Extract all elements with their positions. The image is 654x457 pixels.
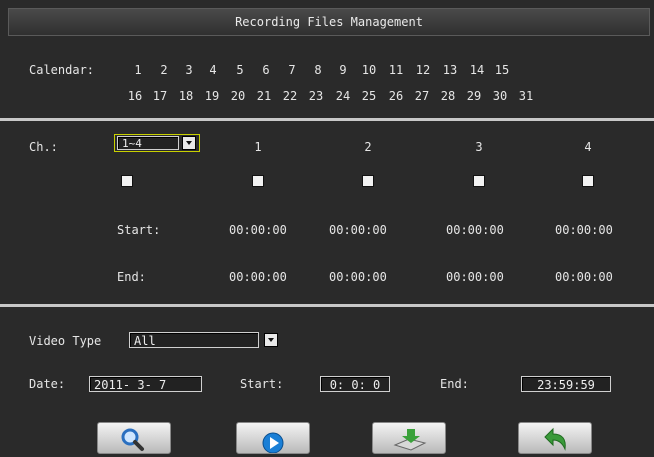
channel-checkbox[interactable] xyxy=(252,175,264,187)
back-button[interactable] xyxy=(518,422,592,454)
calendar-day[interactable]: 3 xyxy=(178,63,200,77)
chevron-down-icon[interactable] xyxy=(264,333,278,347)
calendar-day[interactable]: 15 xyxy=(491,63,513,77)
calendar-day[interactable]: 1 xyxy=(127,63,149,77)
channel-checkbox[interactable] xyxy=(582,175,594,187)
channel-start-time: 00:00:00 xyxy=(446,223,504,237)
date-field[interactable]: 2011- 3- 7 xyxy=(89,376,202,392)
channel-column-header: 3 xyxy=(475,140,483,154)
calendar-day[interactable]: 16 xyxy=(124,89,146,103)
checkbox-all-channels[interactable] xyxy=(121,175,133,187)
channel-selector-dropdown[interactable]: 1~4 xyxy=(114,134,200,152)
calendar-day[interactable]: 2 xyxy=(153,63,175,77)
channel-column-header: 4 xyxy=(584,140,592,154)
magnifier-icon xyxy=(121,428,144,451)
window-title: Recording Files Management xyxy=(8,8,650,36)
channel-end-time: 00:00:00 xyxy=(229,270,287,284)
channel-checkbox[interactable] xyxy=(362,175,374,187)
calendar-day[interactable]: 31 xyxy=(515,89,537,103)
video-type-select[interactable]: All xyxy=(129,332,259,348)
calendar-day[interactable]: 8 xyxy=(307,63,329,77)
calendar-day[interactable]: 10 xyxy=(358,63,380,77)
play-icon xyxy=(262,432,284,454)
search-button[interactable] xyxy=(97,422,171,454)
divider xyxy=(0,304,654,307)
calendar-day[interactable]: 24 xyxy=(332,89,354,103)
channel-end-time: 00:00:00 xyxy=(446,270,504,284)
calendar-day[interactable]: 7 xyxy=(281,63,303,77)
calendar-day[interactable]: 12 xyxy=(412,63,434,77)
calendar-day[interactable]: 27 xyxy=(411,89,433,103)
calendar-day[interactable]: 6 xyxy=(255,63,277,77)
calendar-day[interactable]: 29 xyxy=(463,89,485,103)
calendar-day[interactable]: 5 xyxy=(229,63,251,77)
back-arrow-icon xyxy=(544,427,566,451)
channel-checkbox[interactable] xyxy=(473,175,485,187)
channel-start-time: 00:00:00 xyxy=(229,223,287,237)
calendar-day[interactable]: 14 xyxy=(466,63,488,77)
calendar-day[interactable]: 9 xyxy=(332,63,354,77)
calendar-day[interactable]: 23 xyxy=(305,89,327,103)
calendar-day[interactable]: 22 xyxy=(279,89,301,103)
calendar-day[interactable]: 21 xyxy=(253,89,275,103)
play-button[interactable] xyxy=(236,422,310,454)
calendar-day[interactable]: 17 xyxy=(149,89,171,103)
video-type-label: Video Type xyxy=(29,334,102,348)
channel-column-header: 1 xyxy=(254,140,262,154)
channel-label: Ch.: xyxy=(29,140,58,154)
filter-start-label: Start: xyxy=(240,377,284,391)
calendar-label: Calendar: xyxy=(29,63,95,77)
backup-button[interactable] xyxy=(372,422,446,454)
channel-start-time: 00:00:00 xyxy=(329,223,387,237)
end-time-field[interactable]: 23:59:59 xyxy=(521,376,611,392)
channel-end-time: 00:00:00 xyxy=(555,270,613,284)
divider xyxy=(0,118,654,121)
chevron-down-icon[interactable] xyxy=(182,136,196,150)
channel-start-time: 00:00:00 xyxy=(555,223,613,237)
calendar-day[interactable]: 20 xyxy=(227,89,249,103)
start-time-field[interactable]: 0: 0: 0 xyxy=(320,376,390,392)
recording-files-window: Recording Files Management Calendar: Ch.… xyxy=(0,0,654,457)
calendar-day[interactable]: 28 xyxy=(437,89,459,103)
calendar-day[interactable]: 4 xyxy=(202,63,224,77)
start-row-label: Start: xyxy=(117,223,161,237)
date-label: Date: xyxy=(29,377,66,391)
channel-column-header: 2 xyxy=(364,140,372,154)
calendar-day[interactable]: 13 xyxy=(439,63,461,77)
calendar-day[interactable]: 30 xyxy=(489,89,511,103)
calendar-day[interactable]: 19 xyxy=(201,89,223,103)
calendar-day[interactable]: 25 xyxy=(358,89,380,103)
calendar-day[interactable]: 11 xyxy=(385,63,407,77)
channel-end-time: 00:00:00 xyxy=(329,270,387,284)
channel-selector-value: 1~4 xyxy=(117,136,179,150)
backup-icon xyxy=(393,429,427,451)
end-row-label: End: xyxy=(117,270,146,284)
filter-end-label: End: xyxy=(440,377,469,391)
calendar-day[interactable]: 26 xyxy=(385,89,407,103)
calendar-day[interactable]: 18 xyxy=(175,89,197,103)
